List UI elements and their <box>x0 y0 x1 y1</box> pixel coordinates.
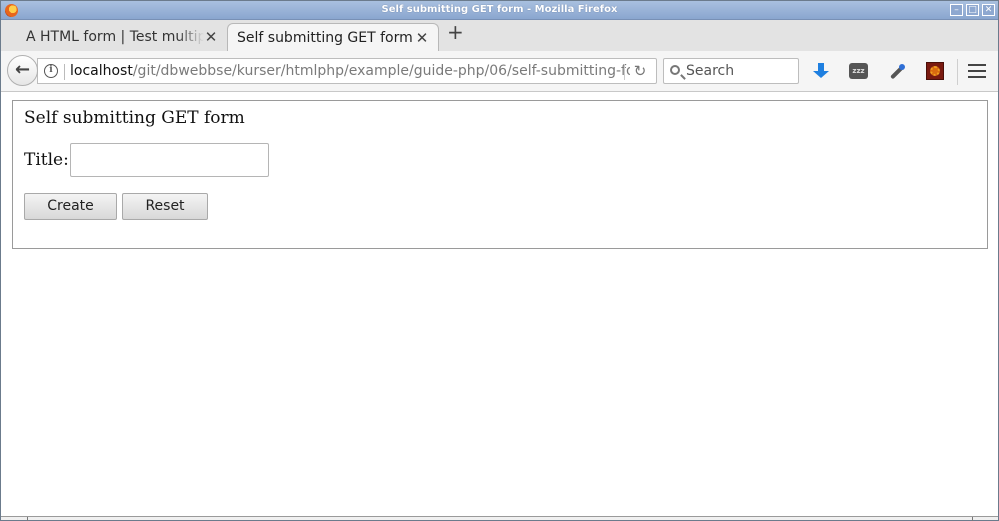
form-legend: Self submitting GET form <box>24 108 245 128</box>
navigation-bar: i localhost/git/dbwebbse/kurser/htmlphp/… <box>1 51 998 92</box>
window-minimize-button[interactable]: – <box>950 4 963 16</box>
tab-label: Self submitting GET form <box>237 30 413 46</box>
tab-label: A HTML form | Test multipart <box>26 29 204 45</box>
tab-self-submitting-form[interactable]: Self submitting GET form ✕ <box>227 23 439 51</box>
window-title: Self submitting GET form - Mozilla Firef… <box>381 4 618 15</box>
divider <box>957 59 958 85</box>
tab-close-icon[interactable]: ✕ <box>415 24 429 51</box>
new-tab-button[interactable]: + <box>447 22 464 43</box>
tab-html-form[interactable]: A HTML form | Test multipart ✕ <box>15 23 225 51</box>
reload-icon[interactable]: ↻ <box>631 61 649 81</box>
back-button[interactable]: ← <box>7 55 38 86</box>
url-host: localhost <box>70 63 133 79</box>
divider <box>27 517 28 521</box>
status-strip <box>1 516 998 521</box>
divider <box>624 64 625 80</box>
search-input[interactable] <box>686 61 794 81</box>
title-label: Title: <box>24 150 69 170</box>
url-bar[interactable]: i localhost/git/dbwebbse/kurser/htmlphp/… <box>37 58 657 84</box>
divider <box>972 517 973 521</box>
window-titlebar: Self submitting GET form - Mozilla Firef… <box>1 1 998 20</box>
title-input[interactable] <box>70 143 269 177</box>
reset-button[interactable]: Reset <box>122 193 208 220</box>
tab-close-icon[interactable]: ✕ <box>204 23 218 51</box>
create-button[interactable]: Create <box>24 193 117 220</box>
info-icon[interactable]: i <box>44 64 58 78</box>
url-path: /git/dbwebbse/kurser/htmlphp/example/gui… <box>132 63 630 79</box>
form-fieldset: Self submitting GET form Title: Create R… <box>12 100 988 249</box>
window-maximize-button[interactable]: □ <box>966 4 979 16</box>
sleep-tab-icon[interactable]: zzz <box>849 63 868 79</box>
window-close-button[interactable]: ✕ <box>982 4 995 16</box>
addon-gear-icon[interactable] <box>926 62 944 80</box>
divider <box>64 64 65 80</box>
tab-strip: A HTML form | Test multipart ✕ Self subm… <box>1 20 998 51</box>
page-content: Self submitting GET form Title: Create R… <box>1 93 998 516</box>
eyedropper-icon[interactable] <box>887 62 907 80</box>
url-text[interactable]: localhost/git/dbwebbse/kurser/htmlphp/ex… <box>70 63 630 79</box>
search-icon <box>670 65 680 75</box>
download-icon[interactable] <box>811 62 831 80</box>
menu-icon[interactable] <box>968 64 986 78</box>
search-bar[interactable] <box>663 58 799 84</box>
